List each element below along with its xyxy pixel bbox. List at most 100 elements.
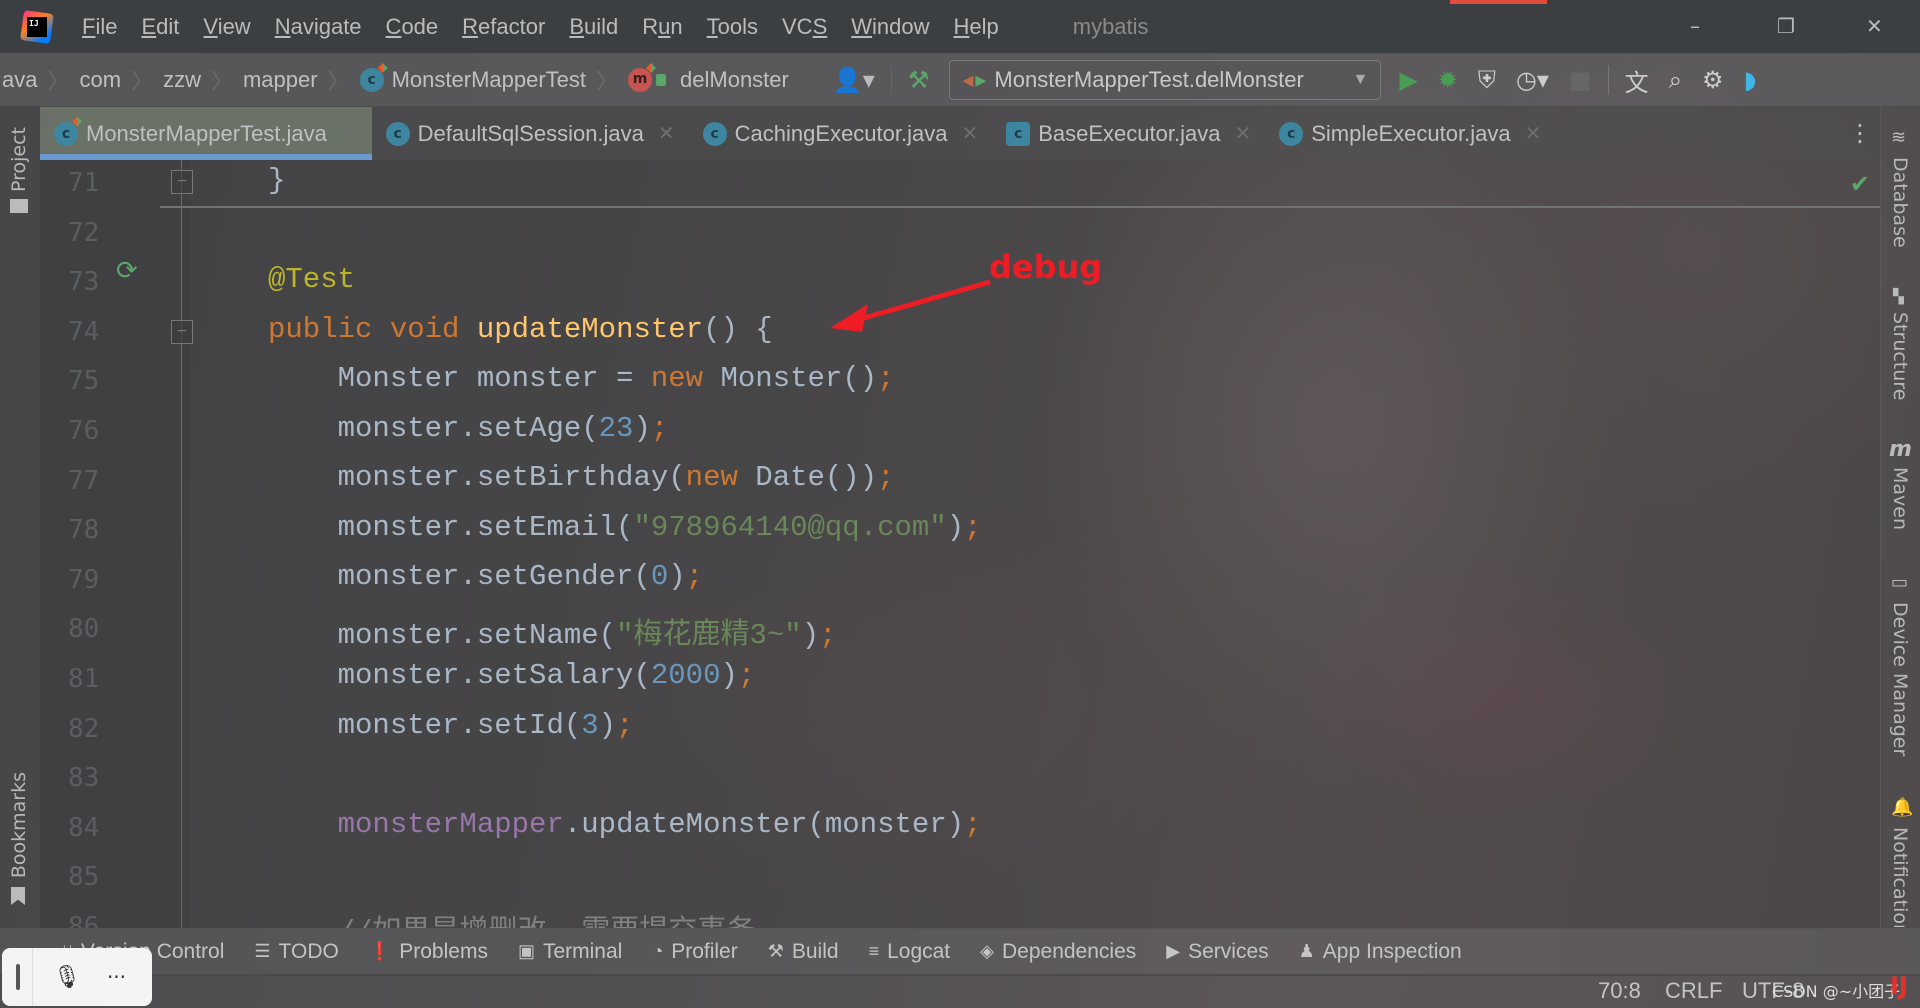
debug-icon[interactable]: ✹: [1438, 66, 1458, 94]
tool-window-logcat[interactable]: ≡ Logcat: [869, 940, 951, 964]
logcat-icon: ≡: [868, 941, 880, 961]
abstract-class-icon: c: [1006, 121, 1031, 146]
code-line-79: monster.setGender(0);: [268, 560, 704, 593]
translate-icon[interactable]: 文: [1625, 63, 1649, 98]
fold-icon[interactable]: −: [171, 170, 193, 194]
device-manager-tool-button[interactable]: Device Manager: [1889, 602, 1911, 756]
more-options-icon[interactable]: ···: [107, 965, 126, 989]
chevron-right-icon: 〉: [596, 70, 619, 95]
run-configuration-select[interactable]: ◂ ▸ MonsterMapperTest.delMonster ▼: [949, 60, 1382, 100]
tab-defaultsqlsession[interactable]: c DefaultSqlSession.java ✕: [372, 107, 689, 160]
tool-window-profiler[interactable]: ◔ Profiler: [652, 940, 737, 964]
tab-monstermappertest[interactable]: c MonsterMapperTest.java ✕: [40, 107, 372, 160]
search-icon[interactable]: ⌕: [1669, 66, 1682, 94]
class-icon: c: [385, 121, 410, 146]
tool-window-build[interactable]: ⚒ Build: [768, 940, 839, 964]
menu-help[interactable]: Help: [954, 14, 999, 40]
menu-view[interactable]: View: [203, 14, 250, 40]
menu-vcs[interactable]: VCS: [782, 14, 827, 40]
tool-window-problems[interactable]: ❗ Problems: [369, 940, 488, 964]
bottom-tool-bar: ⑂Version Control☰TODO❗Problems▣Terminal◔…: [0, 928, 1920, 976]
restore-button[interactable]: ❐: [1777, 14, 1795, 38]
breadcrumb-java[interactable]: ava: [2, 67, 37, 93]
menu-window[interactable]: Window: [851, 14, 929, 40]
bell-icon: 🔔: [1891, 797, 1914, 818]
bookmarks-tool-button[interactable]: Bookmarks: [8, 772, 30, 878]
menu-code[interactable]: Code: [386, 14, 439, 40]
code-line-76: monster.setAge(23);: [268, 412, 669, 445]
maven-icon: m: [1889, 437, 1912, 462]
problems-icon: ❗: [368, 941, 392, 961]
breadcrumb-zzw[interactable]: zzw: [163, 67, 201, 93]
tool-window-todo[interactable]: ☰ TODO: [254, 940, 338, 964]
line-ending[interactable]: CRLF: [1665, 978, 1722, 1004]
tool-window-terminal[interactable]: ▣ Terminal: [518, 940, 622, 964]
menu-refactor[interactable]: Refactor: [462, 14, 545, 40]
breadcrumb-class[interactable]: c MonsterMapperTest: [359, 63, 586, 93]
minimize-button[interactable]: –: [1690, 14, 1700, 38]
stop-icon[interactable]: ■: [1569, 66, 1592, 94]
settings-icon[interactable]: ⚙: [1702, 66, 1724, 94]
close-tab-icon[interactable]: ✕: [1525, 121, 1542, 146]
notifications-tool-button[interactable]: Notifications: [1889, 827, 1911, 927]
chevron-right-icon: 〉: [47, 70, 70, 95]
menu-edit[interactable]: Edit: [141, 14, 179, 40]
maven-tool-button[interactable]: Maven: [1889, 467, 1911, 530]
intellij-logo-icon[interactable]: IJ: [20, 9, 54, 44]
code-line-73: @Test: [268, 263, 356, 296]
plugin-logo-icon[interactable]: ◗: [1744, 66, 1757, 94]
database-tool-button[interactable]: Database: [1889, 157, 1911, 248]
menu-tools[interactable]: Tools: [707, 14, 758, 40]
code-editor[interactable]: 71 72 73 74 75 76 77 78 79 80 81 82 83 84 85 86 − − ⟳ ✔…: [40, 160, 1880, 928]
user-icon[interactable]: 👤▾: [833, 66, 875, 94]
caret-position[interactable]: 70:8: [1598, 978, 1641, 1004]
coverage-icon[interactable]: ⛨: [1478, 66, 1496, 94]
structure-tool-button[interactable]: Structure: [1889, 312, 1911, 400]
close-tab-icon[interactable]: ✕: [1234, 121, 1251, 146]
menu-navigate[interactable]: Navigate: [275, 14, 362, 40]
close-tab-icon[interactable]: ✕: [658, 121, 675, 146]
ide-status-logo-icon: IJ: [1890, 972, 1908, 1000]
breadcrumb-com[interactable]: com: [80, 67, 122, 93]
app-inspection-icon: ♟: [1298, 941, 1315, 961]
microphone-icon[interactable]: 🎙: [53, 965, 81, 990]
tool-window-services[interactable]: ▶ Services: [1166, 940, 1268, 964]
line-number: 75: [68, 366, 100, 397]
menu-file[interactable]: File: [82, 14, 117, 40]
services-icon: ▶: [1166, 941, 1181, 961]
project-name: mybatis: [1072, 13, 1149, 39]
tab-simpleexecutor[interactable]: c SimpleExecutor.java ✕: [1265, 107, 1555, 160]
menu-build[interactable]: Build: [569, 14, 618, 40]
code-line-86: //如果是增删改, 需要提交事务: [268, 907, 756, 928]
menu-run[interactable]: Run: [642, 14, 682, 40]
fold-icon[interactable]: −: [171, 320, 193, 344]
project-tool-button[interactable]: Project: [8, 127, 30, 192]
class-icon: c: [54, 116, 82, 146]
close-tab-icon[interactable]: ✕: [341, 121, 358, 146]
breadcrumb-method[interactable]: m delMonster: [628, 63, 789, 93]
chevron-right-icon: 〉: [131, 70, 154, 95]
inspection-ok-icon[interactable]: ✔: [1850, 170, 1870, 198]
tool-window-app-inspection[interactable]: ♟ App Inspection: [1299, 940, 1462, 964]
line-number: 72: [68, 217, 100, 248]
close-tab-icon[interactable]: ✕: [961, 121, 978, 146]
dependencies-icon: ◈: [980, 941, 994, 961]
line-number: 81: [68, 664, 100, 694]
drag-handle[interactable]: [16, 964, 20, 990]
status-bar: 70:8 CRLF UTF-8: [0, 976, 1920, 1008]
profile-icon[interactable]: ◷▾: [1516, 66, 1549, 94]
build-hammer-icon[interactable]: ⚒: [908, 66, 930, 94]
code-line-84: monsterMapper.updateMonster(monster);: [268, 808, 982, 841]
line-number: 79: [68, 564, 100, 595]
close-button[interactable]: ✕: [1866, 14, 1883, 38]
device-icon: ▭: [1891, 572, 1909, 593]
tab-cachingexecutor[interactable]: c CachingExecutor.java ✕: [689, 107, 993, 160]
breadcrumb-mapper[interactable]: mapper: [243, 67, 318, 93]
tab-baseexecutor[interactable]: c BaseExecutor.java ✕: [992, 107, 1265, 160]
more-tabs-icon[interactable]: ⋮: [1840, 107, 1880, 160]
run-test-gutter-icon[interactable]: ⟳: [116, 256, 146, 286]
tool-window-dependencies[interactable]: ◈ Dependencies: [980, 940, 1136, 964]
gutter-divider: [181, 160, 182, 928]
run-icon[interactable]: ▶: [1399, 66, 1417, 94]
title-bar: IJ File Edit View Navigate Code Refactor…: [0, 0, 1920, 53]
